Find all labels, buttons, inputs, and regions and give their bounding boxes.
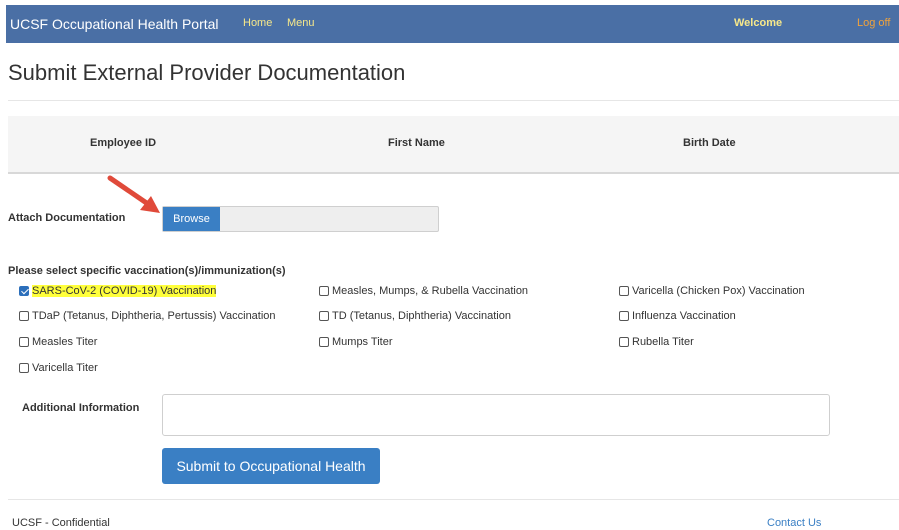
- checkbox-label: TD (Tetanus, Diphtheria) Vaccination: [332, 310, 511, 322]
- checkbox-label: TDaP (Tetanus, Diphtheria, Pertussis) Va…: [32, 310, 276, 322]
- logoff-link[interactable]: Log off: [857, 17, 890, 29]
- additional-information-textarea[interactable]: [162, 394, 830, 436]
- checkbox-unchecked[interactable]: [619, 311, 629, 321]
- vaccination-section-title: Please select specific vaccination(s)/im…: [8, 265, 286, 277]
- checkbox-unchecked[interactable]: [319, 311, 329, 321]
- top-navbar: UCSF Occupational Health Portal Home Men…: [6, 5, 899, 43]
- browse-button[interactable]: Browse: [163, 207, 220, 231]
- checkbox-varicella-titer[interactable]: Varicella Titer: [19, 361, 98, 375]
- footer-divider: [8, 499, 899, 500]
- checkbox-label: Varicella (Chicken Pox) Vaccination: [632, 285, 805, 297]
- submit-button[interactable]: Submit to Occupational Health: [162, 448, 380, 484]
- checkbox-influenza-vaccination[interactable]: Influenza Vaccination: [619, 309, 736, 323]
- employee-id-header: Employee ID: [90, 137, 157, 149]
- checkbox-tdap-vaccination[interactable]: TDaP (Tetanus, Diphtheria, Pertussis) Va…: [19, 309, 276, 323]
- checkbox-mmr-vaccination[interactable]: Measles, Mumps, & Rubella Vaccination: [319, 284, 528, 298]
- checkbox-td-vaccination[interactable]: TD (Tetanus, Diphtheria) Vaccination: [319, 309, 511, 323]
- footer-confidential: UCSF - Confidential: [12, 517, 110, 529]
- birth-date-header: Birth Date: [683, 137, 736, 149]
- contact-us-link[interactable]: Contact Us: [767, 517, 821, 529]
- checkbox-unchecked[interactable]: [619, 337, 629, 347]
- employee-info-panel: Employee ID First Name Birth Date: [8, 116, 899, 174]
- file-input[interactable]: Browse: [162, 206, 439, 232]
- checkbox-label: SARS-CoV-2 (COVID-19) Vaccination: [32, 285, 217, 297]
- checkbox-label: Mumps Titer: [332, 336, 393, 348]
- portal-brand[interactable]: UCSF Occupational Health Portal: [10, 16, 219, 32]
- checkbox-unchecked[interactable]: [19, 337, 29, 347]
- checkbox-checked[interactable]: [19, 286, 29, 296]
- checkbox-rubella-titer[interactable]: Rubella Titer: [619, 335, 694, 349]
- checkbox-unchecked[interactable]: [19, 363, 29, 373]
- checkbox-mumps-titer[interactable]: Mumps Titer: [319, 335, 393, 349]
- checkbox-label: Measles, Mumps, & Rubella Vaccination: [332, 285, 529, 297]
- nav-home-link[interactable]: Home: [243, 17, 272, 29]
- checkbox-covid-vaccination[interactable]: SARS-CoV-2 (COVID-19) Vaccination: [19, 284, 217, 298]
- checkbox-unchecked[interactable]: [19, 311, 29, 321]
- checkbox-unchecked[interactable]: [319, 286, 329, 296]
- nav-menu-link[interactable]: Menu: [287, 17, 315, 29]
- title-divider: [8, 100, 899, 101]
- page-title: Submit External Provider Documentation: [8, 60, 406, 85]
- checkbox-label: Influenza Vaccination: [632, 310, 736, 322]
- welcome-text: Welcome: [734, 17, 783, 29]
- first-name-header: First Name: [388, 137, 445, 149]
- checkbox-unchecked[interactable]: [319, 337, 329, 347]
- additional-information-label: Additional Information: [22, 402, 140, 414]
- checkbox-unchecked[interactable]: [619, 286, 629, 296]
- checkbox-label: Measles Titer: [32, 336, 98, 348]
- checkbox-label: Rubella Titer: [632, 336, 694, 348]
- checkbox-varicella-vaccination[interactable]: Varicella (Chicken Pox) Vaccination: [619, 284, 805, 298]
- checkbox-label: Varicella Titer: [32, 362, 98, 374]
- attach-documentation-label: Attach Documentation: [8, 212, 126, 224]
- checkbox-measles-titer[interactable]: Measles Titer: [19, 335, 97, 349]
